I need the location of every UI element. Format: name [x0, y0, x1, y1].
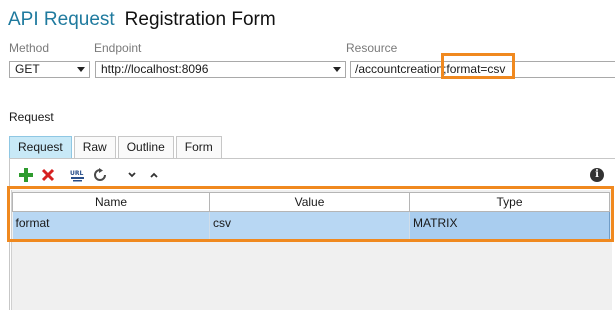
param-name-cell[interactable]: format [12, 211, 210, 240]
endpoint-value: http://localhost:8096 [101, 62, 209, 76]
resource-matrix-param: ;format=csv [443, 62, 506, 76]
endpoint-label: Endpoint [94, 41, 142, 55]
chevron-down-icon[interactable] [333, 67, 341, 72]
column-header-name[interactable]: Name [12, 192, 210, 212]
tab-outline[interactable]: Outline [117, 136, 174, 158]
title-prefix: API Request [8, 9, 115, 30]
title-bar: API Request Registration Form [8, 9, 276, 33]
method-select[interactable]: GET [9, 61, 90, 78]
resource-label: Resource [346, 41, 398, 55]
params-header-row: Name Value Type [12, 192, 610, 212]
param-value-cell[interactable]: csv [209, 211, 410, 240]
method-label: Method [9, 41, 50, 55]
add-icon[interactable] [18, 167, 34, 183]
params-table: Name Value Type format csv MATRIX [12, 192, 610, 240]
url-encode-icon[interactable]: URL [70, 167, 86, 183]
info-icon[interactable]: i [590, 168, 604, 182]
tab-raw[interactable]: Raw [73, 136, 116, 158]
request-tabs: Request Raw Outline Form [9, 136, 224, 158]
table-row[interactable]: format csv MATRIX [12, 211, 610, 240]
svg-text:URL: URL [70, 170, 83, 177]
params-toolbar: URL [18, 165, 168, 185]
page-title: Registration Form [124, 9, 276, 30]
move-down-icon[interactable] [124, 167, 140, 183]
refresh-icon[interactable] [92, 167, 108, 183]
resource-input[interactable]: /accountcreation;format=csv [350, 61, 615, 78]
request-section-label: Request [9, 110, 54, 124]
tab-request[interactable]: Request [9, 136, 72, 158]
method-value: GET [15, 62, 40, 76]
column-header-value[interactable]: Value [209, 192, 410, 212]
move-up-icon[interactable] [146, 167, 162, 183]
tab-form[interactable]: Form [175, 136, 222, 158]
param-type-cell[interactable]: MATRIX [409, 211, 610, 240]
column-header-type[interactable]: Type [409, 192, 610, 212]
delete-icon[interactable] [40, 167, 56, 183]
resource-path: /accountcreation [355, 62, 444, 76]
chevron-down-icon[interactable] [77, 67, 85, 72]
endpoint-select[interactable]: http://localhost:8096 [95, 61, 346, 78]
